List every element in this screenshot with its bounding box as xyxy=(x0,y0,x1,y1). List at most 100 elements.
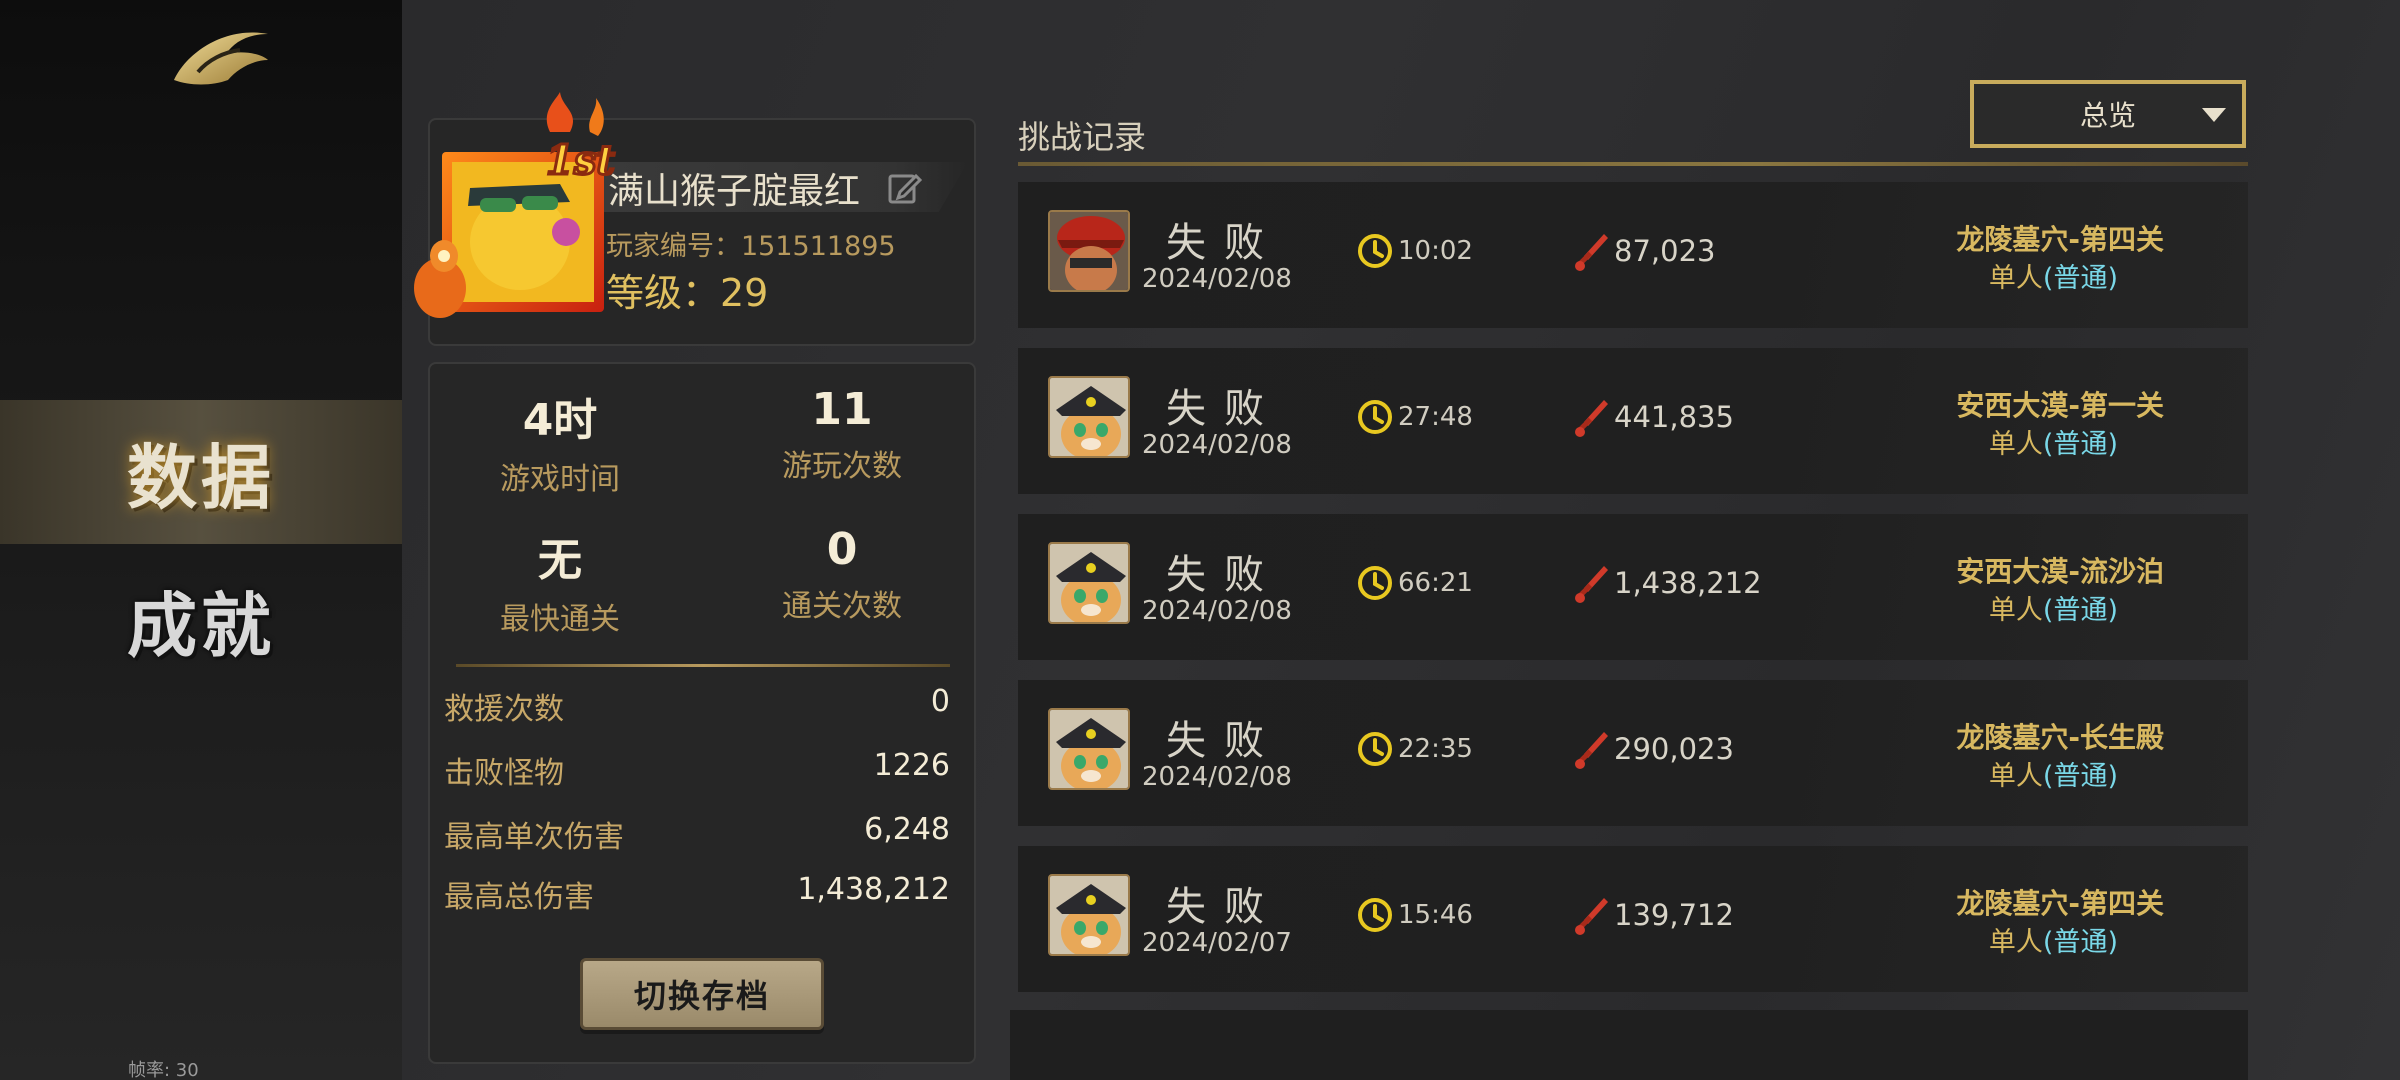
stat-row-label: 击败怪物 xyxy=(444,756,564,791)
sword-damage-icon xyxy=(1574,564,1610,604)
record-stage: 安西大漠-流沙泊 xyxy=(1956,555,2164,588)
stat-play-count: 11 游玩次数 xyxy=(732,384,952,485)
clock-icon xyxy=(1356,730,1394,768)
stat-play-count-label: 游玩次数 xyxy=(782,449,902,484)
record-date: 2024/02/08 xyxy=(1142,264,1292,294)
record-damage: 139,712 xyxy=(1614,898,1734,932)
record-result: 失败 xyxy=(1166,884,1282,930)
record-stage: 龙陵墓穴-第四关 xyxy=(1956,887,2164,920)
record-stage: 龙陵墓穴-第四关 xyxy=(1956,223,2164,256)
record-row[interactable]: 失败 2024/02/08 22:35 290,023 龙陵墓穴-长生殿 单人(普通) xyxy=(1018,680,2248,826)
stat-play-count-value: 11 xyxy=(811,384,873,435)
record-duration: 27:48 xyxy=(1398,402,1473,432)
records-filter-dropdown[interactable]: 总览 xyxy=(1970,80,2246,148)
stat-row-kills: 击败怪物 1226 xyxy=(444,748,950,792)
stat-fastest-clear: 无 最快通关 xyxy=(450,524,670,638)
hero-portrait xyxy=(1048,874,1130,956)
player-id: 玩家编号：151511895 xyxy=(606,231,896,262)
sword-damage-icon xyxy=(1574,398,1610,438)
record-duration: 22:35 xyxy=(1398,734,1473,764)
record-date: 2024/02/08 xyxy=(1142,762,1292,792)
record-mode: 单人(普通) xyxy=(1989,422,2118,461)
record-date: 2024/02/08 xyxy=(1142,596,1292,626)
stats-divider xyxy=(456,664,950,667)
player-level: 等级：29 xyxy=(606,271,769,315)
record-stage: 安西大漠-第一关 xyxy=(1956,389,2164,422)
clock-icon xyxy=(1356,896,1394,934)
nav-achievements-tab[interactable]: 成就 xyxy=(0,548,402,692)
switch-save-button[interactable]: 切换存档 xyxy=(580,958,824,1030)
record-result: 失败 xyxy=(1166,220,1282,266)
stat-row-label: 最高总伤害 xyxy=(444,880,594,915)
edit-name-icon[interactable] xyxy=(886,170,922,206)
record-difficulty: (普通) xyxy=(2042,429,2118,460)
player-avatar[interactable]: 1st xyxy=(410,92,630,332)
stat-fastest-clear-label: 最快通关 xyxy=(500,602,620,637)
record-mode-type: 单人 xyxy=(1988,595,2043,626)
record-mode: 单人(普通) xyxy=(1989,588,2118,627)
record-result: 失败 xyxy=(1166,718,1282,764)
record-mode-type: 单人 xyxy=(1988,263,2043,294)
stat-clear-count-value: 0 xyxy=(826,524,858,575)
record-row-partial[interactable] xyxy=(1010,1010,2248,1080)
stat-row-rescues: 救援次数 0 xyxy=(444,684,950,728)
record-difficulty: (普通) xyxy=(2042,927,2118,958)
clock-icon xyxy=(1356,564,1394,602)
records-title: 挑战记录 xyxy=(1018,118,1147,156)
stat-play-time-value: 4时 xyxy=(522,395,598,446)
record-row[interactable]: 失败 2024/02/08 66:21 1,438,212 安西大漠-流沙泊 单人(普通) xyxy=(1018,514,2248,660)
record-row[interactable]: 失败 2024/02/08 27:48 441,835 安西大漠-第一关 单人(普通) xyxy=(1018,348,2248,494)
record-duration: 10:02 xyxy=(1398,236,1473,266)
record-damage: 290,023 xyxy=(1614,732,1734,766)
stat-row-value: 0 xyxy=(930,684,950,719)
record-damage: 1,438,212 xyxy=(1614,566,1762,600)
record-mode-type: 单人 xyxy=(1988,761,2043,792)
record-difficulty: (普通) xyxy=(2042,595,2118,626)
clock-icon xyxy=(1356,232,1394,270)
caret-down-icon xyxy=(2202,108,2226,122)
player-name: 满山猴子腚最红 xyxy=(608,171,861,212)
record-stage: 龙陵墓穴-长生殿 xyxy=(1956,721,2164,754)
record-difficulty: (普通) xyxy=(2042,761,2118,792)
record-damage: 441,835 xyxy=(1614,400,1734,434)
record-date: 2024/02/08 xyxy=(1142,430,1292,460)
record-duration: 15:46 xyxy=(1398,900,1473,930)
stat-play-time-label: 游戏时间 xyxy=(500,462,620,497)
stat-row-max-total: 最高总伤害 1,438,212 xyxy=(444,872,950,916)
sword-damage-icon xyxy=(1574,896,1610,936)
record-difficulty: (普通) xyxy=(2042,263,2118,294)
record-mode-type: 单人 xyxy=(1988,927,2043,958)
record-date: 2024/02/07 xyxy=(1142,928,1292,958)
record-mode: 单人(普通) xyxy=(1989,754,2118,793)
sword-damage-icon xyxy=(1574,730,1610,770)
record-mode: 单人(普通) xyxy=(1989,256,2118,295)
record-mode-type: 单人 xyxy=(1988,429,2043,460)
stat-play-time: 4时 游戏时间 xyxy=(450,384,670,498)
record-row[interactable]: 失败 2024/02/08 10:02 87,023 龙陵墓穴-第四关 单人(普通) xyxy=(1018,182,2248,328)
stat-row-value: 1,438,212 xyxy=(797,872,950,907)
hero-portrait xyxy=(1048,376,1130,458)
stat-clear-count-label: 通关次数 xyxy=(782,589,902,624)
stat-row-label: 救援次数 xyxy=(444,692,564,727)
avatar-portrait-icon: 1st xyxy=(414,92,617,318)
records-underline xyxy=(1018,162,2248,166)
sidebar: 数据 成就 帧率: 30 xyxy=(0,0,402,1080)
nav-data-tab[interactable]: 数据 xyxy=(0,400,402,544)
record-duration: 66:21 xyxy=(1398,568,1473,598)
stat-fastest-clear-value: 无 xyxy=(538,535,582,586)
rank-badge: 1st xyxy=(546,137,615,184)
hero-portrait xyxy=(1048,542,1130,624)
stat-row-max-hit: 最高单次伤害 6,248 xyxy=(444,812,950,856)
stat-row-value: 6,248 xyxy=(864,812,950,847)
clock-icon xyxy=(1356,398,1394,436)
sword-damage-icon xyxy=(1574,232,1610,272)
game-logo-icon xyxy=(174,32,268,85)
hero-portrait xyxy=(1048,210,1130,292)
record-mode: 单人(普通) xyxy=(1989,920,2118,959)
fps-counter: 帧率: 30 xyxy=(128,1060,199,1080)
dropdown-selected-value: 总览 xyxy=(2079,99,2136,132)
hero-portrait xyxy=(1048,708,1130,790)
stat-row-label: 最高单次伤害 xyxy=(444,820,624,855)
record-row[interactable]: 失败 2024/02/07 15:46 139,712 龙陵墓穴-第四关 单人(普通) xyxy=(1018,846,2248,992)
record-result: 失败 xyxy=(1166,552,1282,598)
